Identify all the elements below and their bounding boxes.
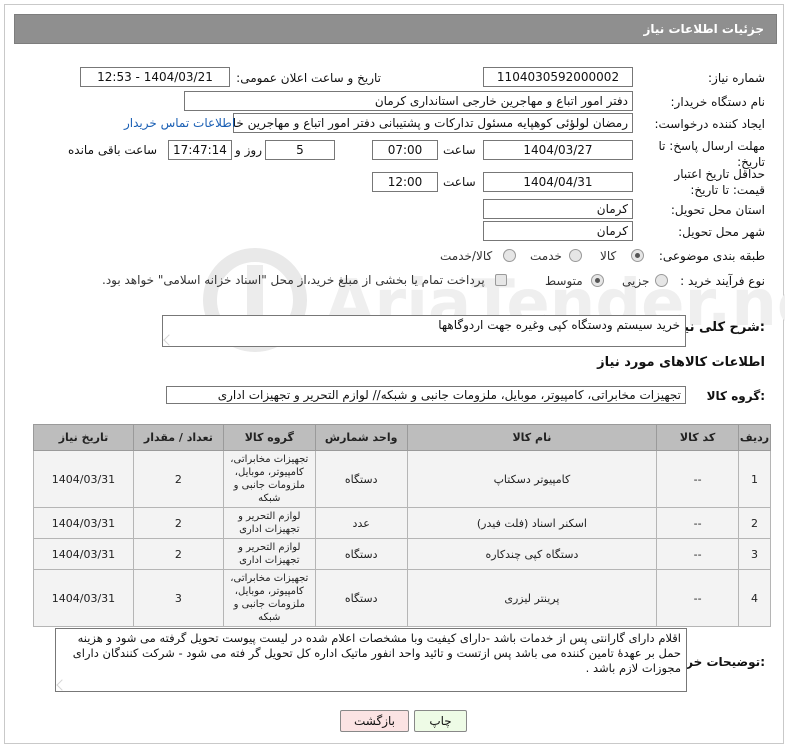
back-button[interactable]: بازگشت xyxy=(340,710,409,732)
table-row[interactable]: 4 -- پرینتر لیزری دستگاه تجهیزات مخابرات… xyxy=(33,569,771,627)
price-time-field: 12:00 xyxy=(372,172,438,192)
items-table: ردیف کد کالا نام کالا واحد شمارش گروه کا… xyxy=(33,424,771,627)
cell-unit: دستگاه xyxy=(314,450,408,508)
day-and-label: روز و xyxy=(235,143,262,157)
process-radio-minor[interactable] xyxy=(655,274,668,287)
cell-item-group: لوازم التحریر و تجهیزات اداری xyxy=(222,538,316,570)
reply-time-field: 07:00 xyxy=(372,140,438,160)
cell-item-code: -- xyxy=(656,450,740,508)
cell-need-date: 1404/03/31 xyxy=(33,538,134,570)
hours-remaining-label: ساعت باقی مانده xyxy=(68,143,158,157)
cell-row-number: 2 xyxy=(738,507,771,539)
col-item-name: نام کالا xyxy=(406,424,658,451)
requester-field: رمضان لولؤئی کوهپایه مسئول تدارکات و پشت… xyxy=(233,113,633,133)
col-unit: واحد شمارش xyxy=(314,424,408,451)
cell-item-name: اسکنر اسناد (فلت فیدر) xyxy=(406,507,658,539)
cell-row-number: 4 xyxy=(738,569,771,627)
buyer-contact-link[interactable]: اطلاعات تماس خریدار xyxy=(124,116,235,130)
goods-group-label: گروه کالا: xyxy=(706,389,765,403)
process-type-label: نوع فرآیند خرید : xyxy=(680,274,765,288)
buyer-notes-field: اقلام دارای گارانتی پس از خدمات باشد -دا… xyxy=(55,628,687,692)
cell-quantity: 2 xyxy=(132,450,224,508)
city-field: کرمان xyxy=(483,221,633,241)
cell-quantity: 3 xyxy=(132,569,224,627)
buyer-org-field: دفتر امور اتباع و مهاجرین خارجی استاندار… xyxy=(184,91,633,111)
reply-time-label: ساعت xyxy=(443,143,476,157)
goods-info-title: اطلاعات کالاهای مورد نیاز xyxy=(597,355,765,370)
price-validity-label: حداقل تاریخ اعتبار قیمت: تا تاریخ: xyxy=(674,167,765,197)
cell-need-date: 1404/03/31 xyxy=(33,507,134,539)
cell-item-code: -- xyxy=(656,569,740,627)
cell-unit: دستگاه xyxy=(314,538,408,570)
page-title: جزئیات اطلاعات نیاز xyxy=(643,22,764,36)
col-quantity: تعداد / مقدار xyxy=(132,424,224,451)
cell-item-name: کامپیوتر دسکتاپ xyxy=(406,450,658,508)
goods-group-field: تجهیزات مخابراتی، کامپیوتر، موبایل، ملزو… xyxy=(166,386,686,404)
process-option-minor: جزیی xyxy=(622,274,650,288)
need-number-field: 1104030592000002 xyxy=(483,67,633,87)
category-option-goods-service: کالا/خدمت xyxy=(440,249,493,263)
cell-row-number: 1 xyxy=(738,450,771,508)
summary-text: خرید سیستم ودستگاه کپی وغیره جهت اردوگاه… xyxy=(438,318,680,332)
table-row[interactable]: 3 -- دستگاه کپی چندکاره دستگاه لوازم الت… xyxy=(33,538,771,570)
cell-unit: دستگاه xyxy=(314,569,408,627)
category-radio-service[interactable] xyxy=(569,249,582,262)
cell-quantity: 2 xyxy=(132,538,224,570)
announce-datetime-label: تاریخ و ساعت اعلان عمومی: xyxy=(236,71,381,85)
category-radio-goods[interactable] xyxy=(631,249,644,262)
resize-grip-icon[interactable] xyxy=(56,679,68,691)
city-label: شهر محل تحویل: xyxy=(678,225,765,239)
table-header-row: ردیف کد کالا نام کالا واحد شمارش گروه کا… xyxy=(33,424,771,451)
treasury-payment-note: پرداخت تمام یا بخشی از مبلغ خرید،از محل … xyxy=(102,273,485,287)
table-row[interactable]: 2 -- اسکنر اسناد (فلت فیدر) عدد لوازم ال… xyxy=(33,507,771,539)
price-time-label: ساعت xyxy=(443,175,476,189)
cell-need-date: 1404/03/31 xyxy=(33,450,134,508)
remaining-time-field: 17:47:14 xyxy=(168,140,232,160)
buyer-notes-text: اقلام دارای گارانتی پس از خدمات باشد -دا… xyxy=(72,631,681,675)
table-row[interactable]: 1 -- کامپیوتر دسکتاپ دستگاه تجهیزات مخاب… xyxy=(33,450,771,508)
cell-item-group: تجهیزات مخابراتی، کامپیوتر، موبایل، ملزو… xyxy=(222,569,316,627)
page-header: جزئیات اطلاعات نیاز xyxy=(14,14,777,44)
cell-item-code: -- xyxy=(656,507,740,539)
cell-item-group: تجهیزات مخابراتی، کامپیوتر، موبایل، ملزو… xyxy=(222,450,316,508)
treasury-payment-checkbox[interactable] xyxy=(495,274,507,286)
requester-label: ایجاد کننده درخواست: xyxy=(654,117,765,131)
category-option-service: خدمت xyxy=(530,249,562,263)
cell-need-date: 1404/03/31 xyxy=(33,569,134,627)
category-label: طبقه بندی موضوعی: xyxy=(658,249,765,263)
reply-days-field: 5 xyxy=(265,140,335,160)
category-radio-goods-service[interactable] xyxy=(503,249,516,262)
category-option-goods: کالا xyxy=(600,249,617,263)
reply-date-field: 1404/03/27 xyxy=(483,140,633,160)
buyer-org-label: نام دستگاه خریدار: xyxy=(670,95,766,109)
cell-item-name: پرینتر لیزری xyxy=(406,569,658,627)
col-row-number: ردیف xyxy=(738,424,771,451)
announce-datetime-field: 1404/03/21 - 12:53 xyxy=(80,67,230,87)
province-label: استان محل تحویل: xyxy=(670,203,765,217)
resize-grip-icon[interactable] xyxy=(163,334,175,346)
col-item-group: گروه کالا xyxy=(222,424,316,451)
province-field: کرمان xyxy=(483,199,633,219)
process-radio-medium[interactable] xyxy=(591,274,604,287)
print-button[interactable]: چاپ xyxy=(414,710,467,732)
process-option-medium: متوسط xyxy=(545,274,583,288)
cell-item-group: لوازم التحریر و تجهیزات اداری xyxy=(222,507,316,539)
col-need-date: تاریخ نیاز xyxy=(33,424,134,451)
cell-quantity: 2 xyxy=(132,507,224,539)
cell-item-name: دستگاه کپی چندکاره xyxy=(406,538,658,570)
cell-unit: عدد xyxy=(314,507,408,539)
cell-item-code: -- xyxy=(656,538,740,570)
price-date-field: 1404/04/31 xyxy=(483,172,633,192)
col-item-code: کد کالا xyxy=(656,424,740,451)
summary-field: خرید سیستم ودستگاه کپی وغیره جهت اردوگاه… xyxy=(162,315,686,347)
cell-row-number: 3 xyxy=(738,538,771,570)
need-number-label: شماره نیاز: xyxy=(708,71,765,85)
